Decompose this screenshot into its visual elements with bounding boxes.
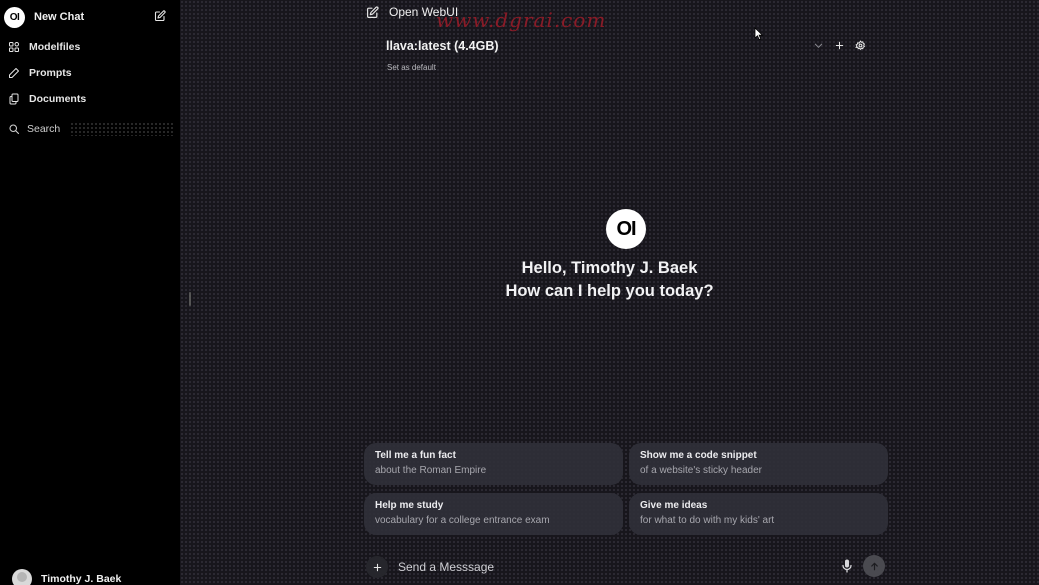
suggestion-subtitle: about the Roman Empire — [375, 465, 487, 476]
model-selector[interactable]: llava:latest (4.4GB) — [386, 39, 499, 53]
suggestion-title: Give me ideas — [640, 500, 708, 511]
hero-logo: OI — [606, 209, 646, 249]
suggestion-card[interactable]: Help me study vocabulary for a college e… — [364, 493, 623, 535]
main-area: Open WebUI www.dgrai.com llava:latest (4… — [180, 0, 1039, 585]
user-name: Timothy J. Baek — [41, 573, 122, 585]
suggestion-title: Tell me a fun fact — [375, 450, 456, 461]
sidebar-item-label: Modelfiles — [29, 41, 81, 53]
sidebar: OI New Chat Modelfiles Prompts Documents… — [0, 0, 180, 585]
sidebar-item-prompts[interactable]: Prompts — [8, 64, 72, 82]
search-label: Search — [27, 123, 61, 135]
suggestion-card[interactable]: Tell me a fun fact about the Roman Empir… — [364, 443, 623, 485]
plus-icon — [373, 563, 381, 571]
attach-button[interactable] — [366, 556, 388, 578]
search-icon — [9, 124, 20, 135]
mouse-cursor-icon — [754, 27, 764, 41]
documents-icon — [9, 93, 19, 105]
suggestion-subtitle: of a website's sticky header — [640, 465, 762, 476]
greeting-subtitle: How can I help you today? — [505, 282, 714, 300]
app-logo: OI — [4, 6, 25, 28]
search-field-background — [70, 122, 174, 136]
suggestion-title: Show me a code snippet — [640, 450, 757, 461]
greeting-title: Hello, Timothy J. Baek — [521, 259, 698, 277]
new-chat-edit-icon[interactable] — [366, 5, 379, 19]
suggestion-subtitle: vocabulary for a college entrance exam — [375, 515, 550, 526]
model-controls — [813, 40, 866, 51]
suggestion-title: Help me study — [375, 500, 444, 511]
suggestion-subtitle: for what to do with my kids' art — [640, 515, 775, 526]
sidebar-search[interactable]: Search — [8, 120, 174, 138]
edit-icon[interactable] — [154, 10, 166, 22]
gear-icon[interactable] — [855, 40, 866, 51]
user-profile-button[interactable]: Timothy J. Baek — [12, 569, 121, 585]
sidebar-item-label: Prompts — [29, 67, 72, 79]
new-chat-label: New Chat — [34, 11, 85, 23]
message-input-bar — [366, 553, 890, 581]
sidebar-item-modelfiles[interactable]: Modelfiles — [8, 38, 80, 56]
new-chat-button[interactable]: OI New Chat — [4, 6, 172, 28]
pencil-icon — [9, 68, 19, 78]
grid-icon — [9, 42, 19, 52]
sidebar-item-documents[interactable]: Documents — [8, 90, 86, 108]
plus-icon[interactable] — [834, 40, 845, 51]
send-button[interactable] — [863, 555, 885, 577]
suggestion-card[interactable]: Show me a code snippet of a website's st… — [629, 443, 888, 485]
sidebar-item-label: Documents — [29, 93, 87, 105]
set-default-link[interactable]: Set as default — [387, 63, 436, 72]
microphone-icon[interactable] — [841, 559, 853, 573]
avatar — [12, 569, 32, 585]
chevron-down-icon[interactable] — [813, 40, 824, 51]
suggestion-card[interactable]: Give me ideas for what to do with my kid… — [629, 493, 888, 535]
arrow-up-icon — [870, 562, 878, 570]
message-input[interactable] — [398, 560, 828, 574]
watermark: www.dgrai.com — [436, 8, 607, 32]
